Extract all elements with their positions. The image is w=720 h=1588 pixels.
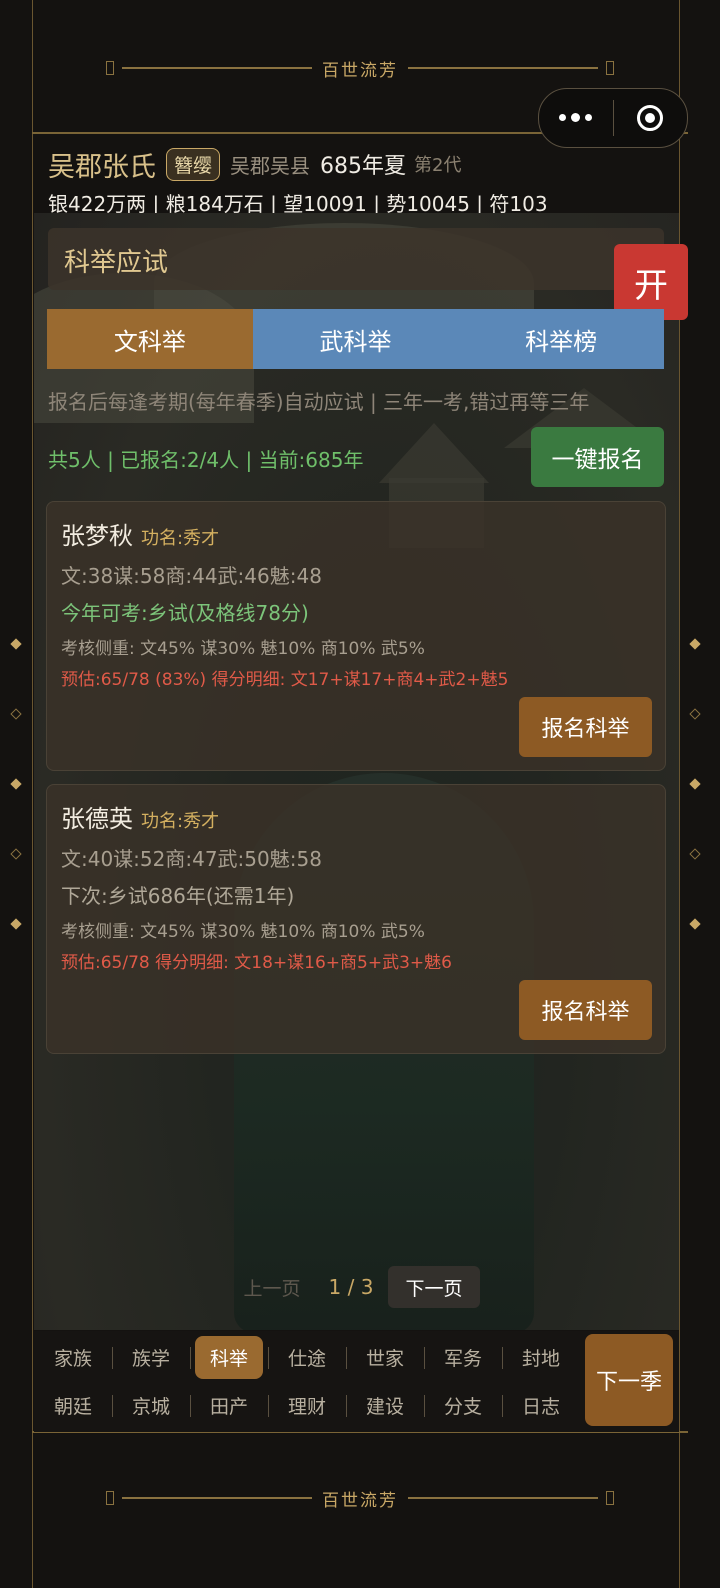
candidate-estimate: 预估:65/78 (83%) 得分明细: 文17+谋17+商4+武2+魅5 — [61, 670, 509, 690]
candidate-exam-status: 下次:乡试686年(还需1年) — [61, 884, 295, 908]
tab-civil-exam[interactable]: 文科举 — [47, 309, 253, 369]
nav-item-fief[interactable]: 封地 — [502, 1333, 580, 1381]
clan-header: 吴郡张氏 簪缨 吴郡吴县 685年夏 第2代 银422万两 | 粮184万石 |… — [48, 144, 680, 217]
candidate-card: 张梦秋 功名:秀才 文:38谋:58商:44武:46魅:48 今年可考:乡试(及格… — [46, 501, 666, 771]
nav-item-construction[interactable]: 建设 — [346, 1381, 424, 1429]
nav-item-career[interactable]: 仕途 — [268, 1333, 346, 1381]
more-icon[interactable] — [539, 113, 613, 122]
banner-text: 百世流芳 — [322, 60, 398, 81]
one-key-register-button[interactable]: 一键报名 — [531, 427, 664, 487]
current-year: 685年夏 — [320, 154, 407, 179]
left-ornament — [10, 638, 22, 930]
register-exam-button[interactable]: 报名科举 — [519, 697, 652, 757]
candidate-estimate: 预估:65/78 得分明细: 文18+谋16+商5+武3+魅6 — [61, 953, 452, 973]
frame-right — [679, 0, 680, 1588]
clan-region: 吴郡吴县 — [230, 153, 311, 178]
banner-text: 百世流芳 — [322, 1490, 398, 1511]
nav-item-noble-families[interactable]: 世家 — [346, 1333, 424, 1381]
candidate-exam-status: 今年可考:乡试(及格线78分) — [61, 601, 309, 625]
candidate-rank: 功名:秀才 — [141, 528, 220, 549]
nav-item-farmland[interactable]: 田产 — [190, 1381, 268, 1429]
page-indicator: 1 / 3 — [328, 1275, 374, 1299]
candidate-stats: 文:40谋:52商:47武:50魅:58 — [61, 847, 322, 871]
panel-title: 科举应试 — [64, 248, 169, 278]
banner-cap-icon — [606, 61, 614, 75]
candidate-card: 张德英 功名:秀才 文:40谋:52商:47武:50魅:58 下次:乡试686年(… — [46, 784, 666, 1054]
frame-left — [32, 0, 33, 1588]
candidate-name: 张德英 — [61, 805, 133, 833]
next-season-button[interactable]: 下一季 — [585, 1334, 673, 1426]
nav-item-clan-school[interactable]: 族学 — [112, 1333, 190, 1381]
banner-cap-icon — [606, 1491, 614, 1505]
miniprogram-capsule[interactable] — [538, 88, 688, 148]
next-page-button[interactable]: 下一页 — [388, 1266, 480, 1308]
tab-exam-ranking[interactable]: 科举榜 — [458, 309, 665, 369]
pagination: 上一页 1 / 3 下一页 — [230, 1266, 480, 1308]
nav-item-branch[interactable]: 分支 — [424, 1381, 502, 1429]
nav-item-military[interactable]: 军务 — [424, 1333, 502, 1381]
nav-item-finance[interactable]: 理财 — [268, 1381, 346, 1429]
candidate-rank: 功名:秀才 — [141, 811, 220, 832]
prev-page-button[interactable]: 上一页 — [230, 1274, 314, 1301]
right-ornament — [689, 638, 701, 930]
clan-tag-badge: 簪缨 — [166, 147, 221, 181]
candidate-name: 张梦秋 — [61, 522, 133, 550]
bottom-nav: 家族 族学 科举 仕途 世家 军务 封地 朝廷 京城 田产 理财 建设 分支 日… — [34, 1331, 679, 1432]
candidate-exam-focus: 考核侧重: 文45% 谋30% 魅10% 商10% 武5% — [61, 639, 425, 659]
tab-military-exam[interactable]: 武科举 — [252, 309, 459, 369]
nav-item-log[interactable]: 日志 — [502, 1381, 580, 1429]
register-exam-button[interactable]: 报名科举 — [519, 980, 652, 1040]
nav-item-court[interactable]: 朝廷 — [34, 1381, 112, 1429]
bottom-banner: 百世流芳 — [32, 1478, 688, 1518]
exam-notice: 报名后每逢考期(每年春季)自动应试 | 三年一考,错过再等三年 — [48, 390, 590, 414]
nav-item-family[interactable]: 家族 — [34, 1333, 112, 1381]
panel-title-bar: 科举应试 — [48, 228, 664, 290]
banner-cap-icon — [106, 61, 114, 75]
top-banner: 百世流芳 — [32, 48, 688, 88]
nav-item-imperial-exam[interactable]: 科举 — [190, 1333, 268, 1381]
generation: 第2代 — [414, 155, 462, 176]
background-scene — [34, 213, 679, 1330]
registration-counts: 共5人 | 已报名:2/4人 | 当前:685年 — [48, 448, 364, 472]
candidate-exam-focus: 考核侧重: 文45% 谋30% 魅10% 商10% 武5% — [61, 922, 425, 942]
exam-tabs: 文科举 武科举 科举榜 — [47, 309, 665, 369]
banner-cap-icon — [106, 1491, 114, 1505]
nav-item-capital[interactable]: 京城 — [112, 1381, 190, 1429]
candidate-stats: 文:38谋:58商:44武:46魅:48 — [61, 564, 322, 588]
close-target-icon[interactable] — [614, 105, 688, 131]
clan-name: 吴郡张氏 — [48, 151, 156, 183]
